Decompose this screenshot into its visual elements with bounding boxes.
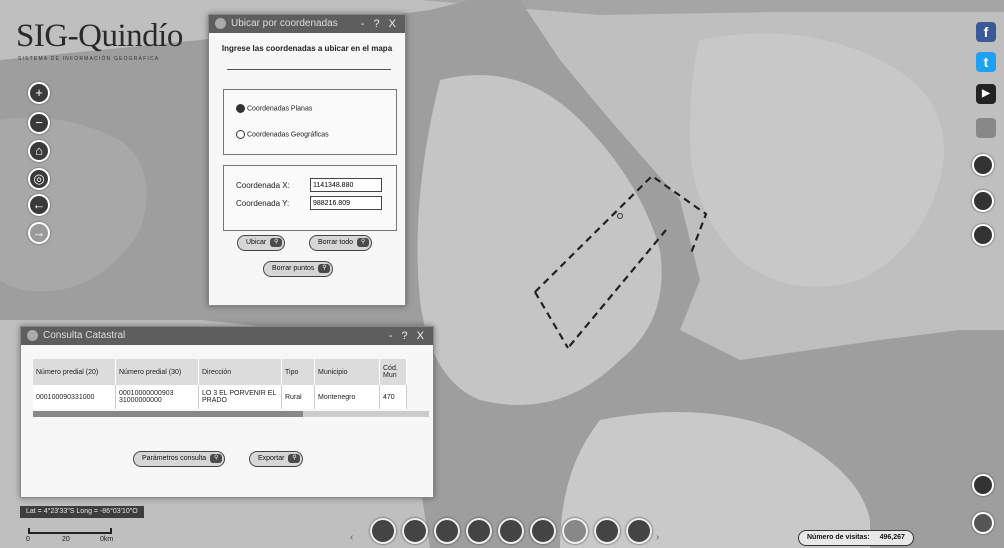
table-cell: 470 xyxy=(379,385,407,409)
column-header: Municipio xyxy=(314,359,380,385)
window-controls[interactable]: - ? X xyxy=(361,15,399,33)
radio-selected-icon xyxy=(236,104,245,113)
radio-unselected-icon xyxy=(236,130,245,139)
toolbar-tool-3-icon[interactable] xyxy=(434,518,460,544)
window-icon xyxy=(215,18,226,29)
window-controls[interactable]: - ? X xyxy=(389,327,427,345)
table-cell: Rural xyxy=(281,385,315,409)
zoom-out-button[interactable]: − xyxy=(28,112,50,134)
locate-button[interactable]: ◎ xyxy=(28,168,50,190)
youtube-icon[interactable]: ▶ xyxy=(976,84,996,104)
info-icon[interactable] xyxy=(972,474,994,496)
scale-label: 0 xyxy=(26,536,30,543)
horizontal-scrollbar[interactable] xyxy=(33,411,429,417)
borrar-puntos-button[interactable]: Borrar puntos ⚲ xyxy=(263,261,334,277)
zoom-in-button[interactable]: + xyxy=(28,82,50,104)
column-header: Número predial (20) xyxy=(33,359,116,385)
locate-icon: ◎ xyxy=(33,171,45,186)
coordinates-panel-titlebar[interactable]: Ubicar por coordenadas - ? X xyxy=(209,15,405,33)
scale-label: 0km xyxy=(100,536,114,543)
exportar-button[interactable]: Exportar ⚲ xyxy=(249,451,304,467)
arrow-right-icon: → xyxy=(32,225,46,240)
table-cell: LO 3 EL PORVENIR EL PRADO xyxy=(198,385,282,409)
divider xyxy=(227,69,391,70)
toolbar-tool-1-icon[interactable] xyxy=(370,518,396,544)
globe-icon[interactable] xyxy=(972,190,994,212)
ubicar-button[interactable]: Ubicar ⚲ xyxy=(237,235,286,251)
home-button[interactable]: ⌂ xyxy=(28,140,50,162)
scale-label: 20 xyxy=(62,536,70,543)
toolbar-tool-8-icon[interactable] xyxy=(594,518,620,544)
back-button[interactable]: ← xyxy=(28,194,50,216)
twitter-icon[interactable]: t xyxy=(976,52,996,72)
coordinate-y-input[interactable] xyxy=(310,196,382,210)
settings-icon: ⚲ xyxy=(210,454,223,463)
logo-subtitle: SISTEMA DE INFORMACIÓN GEOGRÁFICA xyxy=(18,56,160,62)
latlong-readout: Lat = 4°23'33"S Long = -86°03'10"O xyxy=(20,506,144,518)
coordinate-x-input[interactable] xyxy=(310,178,382,192)
cadastral-table-wrapper: Número predial (20) Número predial (30) … xyxy=(33,359,429,417)
table-row[interactable]: 000100090331000 00010000000903 310000000… xyxy=(33,385,407,409)
toolbar-tool-9-icon[interactable] xyxy=(626,518,652,544)
label-coordenada-x: Coordenada X: xyxy=(236,181,290,190)
borrar-todo-button[interactable]: Borrar todo ⚲ xyxy=(309,235,373,251)
logo-title: SIG-Quindío xyxy=(16,18,183,54)
plus-icon: + xyxy=(35,85,43,100)
visits-value: 496,267 xyxy=(879,534,905,541)
minus-icon: − xyxy=(35,115,43,130)
facebook-icon[interactable]: f xyxy=(976,22,996,42)
chevron-left-icon[interactable]: ‹ xyxy=(350,532,353,543)
home-icon: ⌂ xyxy=(35,143,43,158)
erase-points-icon: ⚲ xyxy=(318,264,331,273)
visibility-icon[interactable] xyxy=(972,512,994,534)
email-icon[interactable] xyxy=(976,118,996,138)
column-header: Número predial (30) xyxy=(115,359,199,385)
print-icon[interactable] xyxy=(972,224,994,246)
coordinates-panel-title: Ubicar por coordenadas xyxy=(231,18,338,29)
toolbar-tool-4-icon[interactable] xyxy=(466,518,492,544)
forward-button[interactable]: → xyxy=(28,222,50,244)
toolbar-tool-7-icon[interactable] xyxy=(562,518,588,544)
coordinates-instruction: Ingrese las coordenadas a ubicar en el m… xyxy=(221,44,393,53)
table-cell: 00010000000903 31000000000 xyxy=(115,385,199,409)
coordinates-panel: Ubicar por coordenadas - ? X Ingrese las… xyxy=(208,14,406,306)
export-icon: ⚲ xyxy=(288,454,301,463)
cadastral-table: Número predial (20) Número predial (30) … xyxy=(33,359,407,409)
search-icon: ⚲ xyxy=(270,238,283,247)
parametros-consulta-button[interactable]: Parámetros consulta ⚲ xyxy=(133,451,226,467)
cadastral-panel: Consulta Catastral - ? X Número predial … xyxy=(20,326,434,498)
cadastral-panel-title: Consulta Catastral xyxy=(43,330,126,341)
visits-label: Número de visitas: xyxy=(807,534,870,541)
cadastral-panel-titlebar[interactable]: Consulta Catastral - ? X xyxy=(21,327,433,345)
column-header: Tipo xyxy=(281,359,315,385)
erase-icon: ⚲ xyxy=(357,238,370,247)
arrow-left-icon: ← xyxy=(32,197,46,212)
app-logo: SIG-Quindío SISTEMA DE INFORMACIÓN GEOGR… xyxy=(16,18,206,66)
column-header: Cód. Mun xyxy=(379,359,407,385)
radio-planas[interactable]: Coordenadas Planas xyxy=(236,104,312,113)
scale-bar xyxy=(28,528,112,534)
toolbar-tool-5-icon[interactable] xyxy=(498,518,524,544)
layers-icon[interactable] xyxy=(972,154,994,176)
table-header-row: Número predial (20) Número predial (30) … xyxy=(33,359,407,385)
table-cell: Montenegro xyxy=(314,385,380,409)
scrollbar-thumb[interactable] xyxy=(33,411,303,417)
chevron-right-icon[interactable]: › xyxy=(656,532,659,543)
coordinate-type-group: Coordenadas Planas Coordenadas Geográfic… xyxy=(223,89,397,155)
toolbar-tool-6-icon[interactable] xyxy=(530,518,556,544)
window-icon xyxy=(27,330,38,341)
toolbar-tool-2-icon[interactable] xyxy=(402,518,428,544)
label-coordenada-y: Coordenada Y: xyxy=(236,199,290,208)
visit-counter: Número de visitas: 496,267 xyxy=(798,530,914,546)
table-cell: 000100090331000 xyxy=(33,385,116,409)
coordinate-input-group: Coordenada X: Coordenada Y: xyxy=(223,165,397,231)
column-header: Dirección xyxy=(198,359,282,385)
radio-geograficas[interactable]: Coordenadas Geográficas xyxy=(236,130,329,139)
